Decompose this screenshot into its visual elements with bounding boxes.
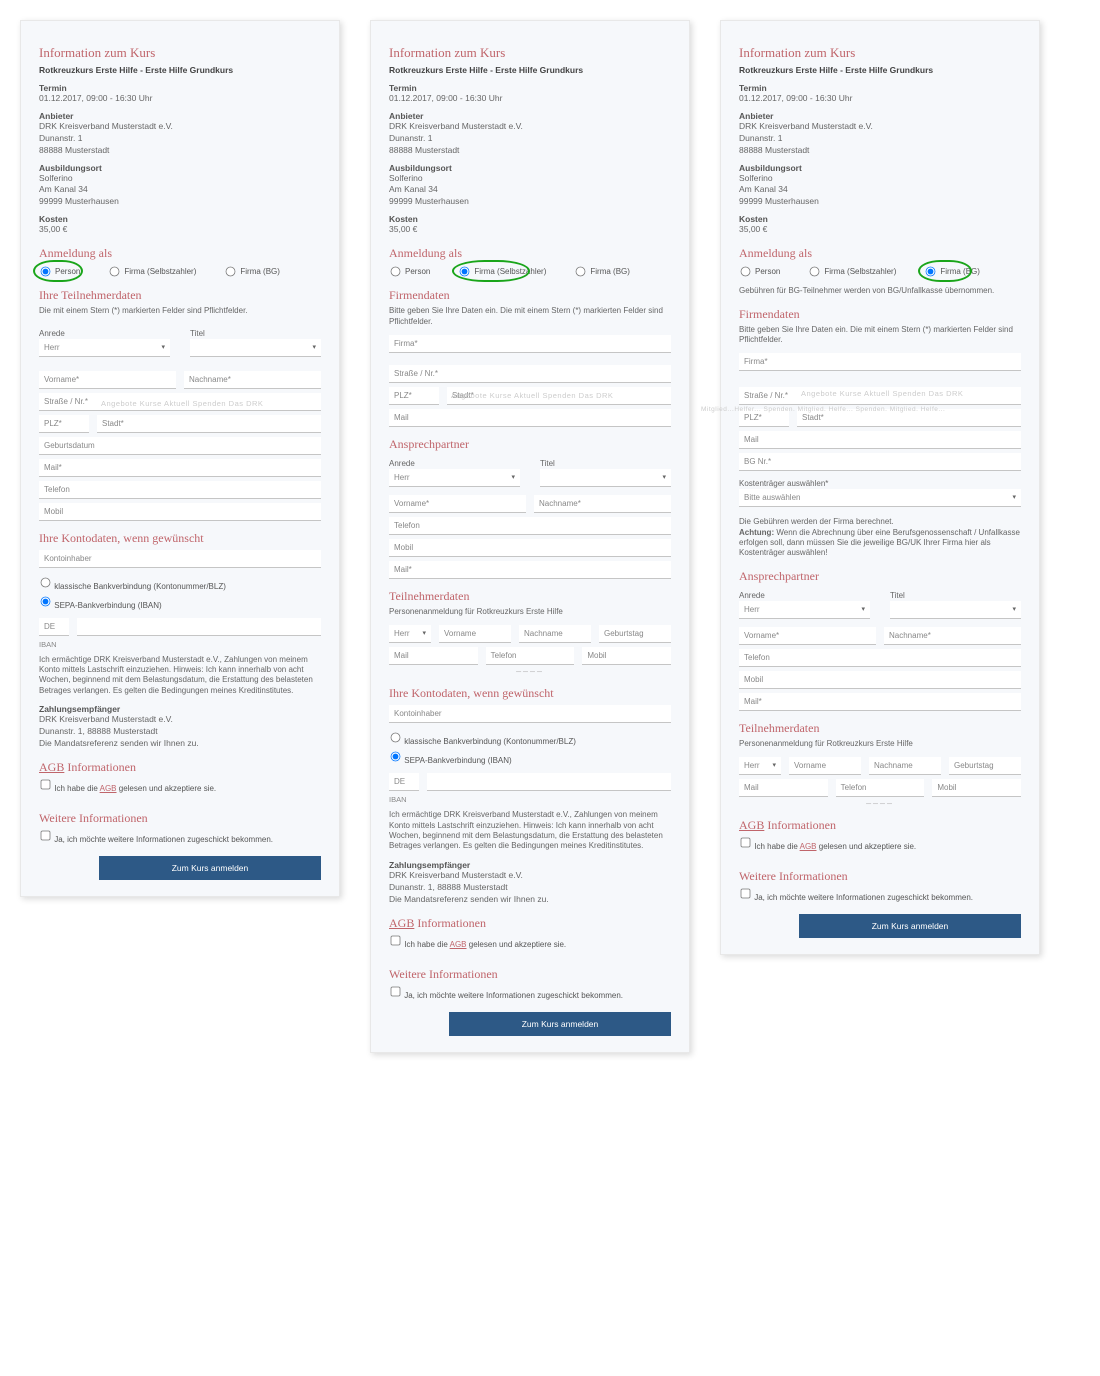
- submit-button[interactable]: Zum Kurs anmelden: [99, 856, 321, 880]
- mobil-input[interactable]: Mobil: [39, 503, 321, 521]
- tn-geburt[interactable]: Geburtstag: [599, 625, 671, 643]
- radio-selbst[interactable]: Firma (Selbstzahler): [108, 265, 196, 278]
- anrede-select[interactable]: Herr▾: [389, 469, 520, 487]
- mail-input[interactable]: Mail*: [389, 561, 671, 579]
- agb-heading: AGB Informationen: [39, 760, 321, 775]
- chevron-down-icon: ▾: [312, 343, 316, 351]
- titel-select[interactable]: ▾: [890, 601, 1021, 619]
- bgnr-input[interactable]: BG Nr.*: [739, 453, 1021, 471]
- titel-select[interactable]: ▾: [540, 469, 671, 487]
- radio-person[interactable]: Person: [739, 265, 780, 278]
- nachname-input[interactable]: Nachname*: [184, 371, 321, 389]
- firma-input[interactable]: Firma*: [739, 353, 1021, 371]
- course-subtitle: Rotkreuzkurs Erste Hilfe - Erste Hilfe G…: [39, 65, 321, 75]
- tn-mail[interactable]: Mail: [389, 647, 478, 665]
- weitere-heading: Weitere Informationen: [39, 811, 321, 826]
- bg-note: Gebühren für BG-Teilnehmer werden von BG…: [739, 286, 1021, 296]
- tn-mail[interactable]: Mail: [739, 779, 828, 797]
- mail-input[interactable]: Mail: [389, 409, 671, 427]
- ghost-nav2: Mitglied...Helfer... Spenden. Mitglied. …: [701, 406, 945, 413]
- tn-vorname[interactable]: Vorname: [439, 625, 511, 643]
- agb-checkbox[interactable]: Ich habe die AGB gelesen und akzeptiere …: [39, 784, 216, 793]
- weitere-checkbox[interactable]: Ja, ich möchte weitere Informationen zug…: [389, 991, 623, 1000]
- firmendaten-heading: Firmendaten: [389, 288, 671, 303]
- weitere-checkbox[interactable]: Ja, ich möchte weitere Informationen zug…: [39, 835, 273, 844]
- mobil-input[interactable]: Mobil: [739, 671, 1021, 689]
- ghost-nav: Angebote Kurse Aktuell Spenden Das DRK: [101, 399, 263, 408]
- mobil-input[interactable]: Mobil: [389, 539, 671, 557]
- telefon-input[interactable]: Telefon: [39, 481, 321, 499]
- kontoinhaber-input[interactable]: Kontoinhaber: [389, 705, 671, 723]
- ghost-nav: Angebote Kurse Aktuell Spenden Das DRK: [801, 389, 963, 398]
- mandat-text: Ich ermächtige DRK Kreisverband Musterst…: [39, 655, 321, 697]
- heading-info: Information zum Kurs: [39, 45, 321, 61]
- tn-telefon[interactable]: Telefon: [486, 647, 575, 665]
- teilnehmer-heading: Teilnehmerdaten: [389, 589, 671, 604]
- radio-sepa[interactable]: SEPA-Bankverbindung (IBAN): [389, 750, 671, 765]
- radio-klassisch[interactable]: klassische Bankverbindung (Kontonummer/B…: [39, 576, 321, 591]
- tn-telefon[interactable]: Telefon: [836, 779, 925, 797]
- teilnehmer-heading: Ihre Teilnehmerdaten: [39, 288, 321, 303]
- tn-herr[interactable]: Herr▾: [739, 757, 781, 775]
- radio-sepa[interactable]: SEPA-Bankverbindung (IBAN): [39, 595, 321, 610]
- tn-nachname[interactable]: Nachname: [519, 625, 591, 643]
- strasse-input[interactable]: Straße / Nr.*: [389, 365, 671, 383]
- vorname-input[interactable]: Vorname*: [389, 495, 526, 513]
- mail-input[interactable]: Mail: [739, 431, 1021, 449]
- radio-bg[interactable]: Firma (BG): [224, 265, 280, 278]
- anrede-select[interactable]: Herr▾: [39, 339, 170, 357]
- vorname-input[interactable]: Vorname*: [739, 627, 876, 645]
- mail-input[interactable]: Mail*: [39, 459, 321, 477]
- radio-bg[interactable]: Firma (BG): [574, 265, 630, 278]
- register-type-radios: Person Firma (Selbstzahler) Firma (BG): [39, 265, 321, 278]
- tn-geburt[interactable]: Geburtstag: [949, 757, 1021, 775]
- kontoinhaber-input[interactable]: Kontoinhaber: [39, 550, 321, 568]
- ansprech-heading: Ansprechpartner: [389, 437, 671, 452]
- konto-heading: Ihre Kontodaten, wenn gewünscht: [39, 531, 321, 546]
- iban-country[interactable]: DE: [39, 618, 69, 636]
- radio-selbst[interactable]: Firma (Selbstzahler): [458, 265, 546, 278]
- weitere-checkbox[interactable]: Ja, ich möchte weitere Informationen zug…: [739, 893, 973, 902]
- firma-input[interactable]: Firma*: [389, 335, 671, 353]
- agb-checkbox[interactable]: Ich habe die AGB gelesen und akzeptiere …: [389, 940, 566, 949]
- radio-selbst[interactable]: Firma (Selbstzahler): [808, 265, 896, 278]
- add-dots: ────: [389, 669, 671, 676]
- form-bg: Information zum Kurs Rotkreuzkurs Erste …: [720, 20, 1040, 955]
- tn-mobil[interactable]: Mobil: [582, 647, 671, 665]
- form-selbstzahler: Information zum Kurs Rotkreuzkurs Erste …: [370, 20, 690, 1053]
- radio-person[interactable]: Person: [389, 265, 430, 278]
- mail-input[interactable]: Mail*: [739, 693, 1021, 711]
- iban-input[interactable]: [77, 618, 321, 636]
- radio-klassisch[interactable]: klassische Bankverbindung (Kontonummer/B…: [389, 731, 671, 746]
- titel-select[interactable]: ▾: [190, 339, 321, 357]
- telefon-input[interactable]: Telefon: [739, 649, 1021, 667]
- nachname-input[interactable]: Nachname*: [534, 495, 671, 513]
- vorname-input[interactable]: Vorname*: [39, 371, 176, 389]
- radio-person[interactable]: Person: [39, 265, 80, 278]
- tn-mobil[interactable]: Mobil: [932, 779, 1021, 797]
- kostentraeger-select[interactable]: Bitte auswählen▾: [739, 489, 1021, 507]
- plz-input[interactable]: PLZ*: [39, 415, 89, 433]
- submit-button[interactable]: Zum Kurs anmelden: [799, 914, 1021, 938]
- ghost-nav: Angebote Kurse Aktuell Spenden Das DRK: [451, 391, 613, 400]
- tn-nachname[interactable]: Nachname: [869, 757, 941, 775]
- chevron-down-icon: ▾: [161, 343, 165, 351]
- anrede-select[interactable]: Herr▾: [739, 601, 870, 619]
- geburt-input[interactable]: Geburtsdatum: [39, 437, 321, 455]
- telefon-input[interactable]: Telefon: [389, 517, 671, 535]
- form-person: Information zum Kurs Rotkreuzkurs Erste …: [20, 20, 340, 897]
- anmeldung-heading: Anmeldung als: [39, 246, 321, 261]
- radio-bg[interactable]: Firma (BG): [924, 265, 980, 278]
- tn-herr[interactable]: Herr▾: [389, 625, 431, 643]
- nachname-input[interactable]: Nachname*: [884, 627, 1021, 645]
- stadt-input[interactable]: Stadt*: [97, 415, 321, 433]
- plz-input[interactable]: PLZ*: [389, 387, 439, 405]
- agb-checkbox[interactable]: Ich habe die AGB gelesen und akzeptiere …: [739, 842, 916, 851]
- submit-button[interactable]: Zum Kurs anmelden: [449, 1012, 671, 1036]
- tn-vorname[interactable]: Vorname: [789, 757, 861, 775]
